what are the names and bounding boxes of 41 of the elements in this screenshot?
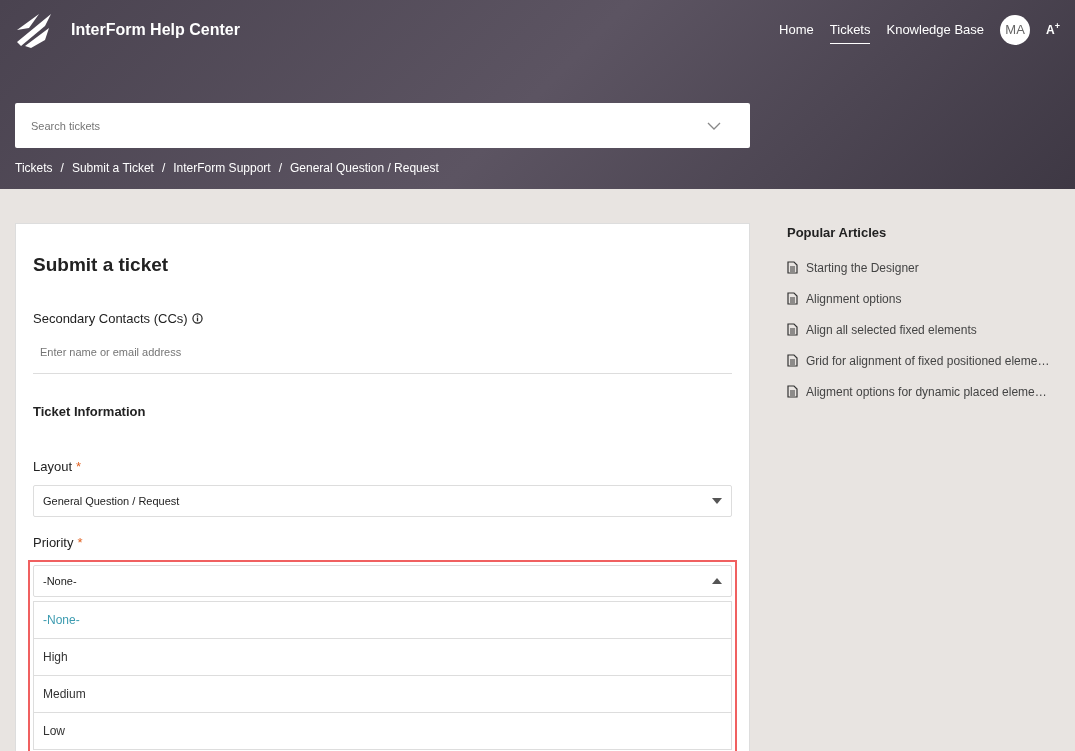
caret-down-icon [712, 497, 722, 504]
field-label: Secondary Contacts (CCs) [33, 309, 188, 328]
document-icon [787, 292, 798, 305]
select-field[interactable]: General Question / Request [33, 484, 732, 517]
article-link[interactable]: Align all selected fixed elements [806, 320, 977, 339]
form-title: Submit a ticket [33, 254, 170, 277]
breadcrumb-link[interactable]: General Question / Request [290, 159, 439, 177]
document-icon [787, 354, 798, 367]
article-link[interactable]: Alignment options [806, 289, 902, 308]
dropdown-option[interactable]: Low [33, 713, 732, 751]
breadcrumb-separator: / [60, 160, 64, 177]
article-link[interactable]: Aligment options for dynamic placed eleme… [806, 382, 1047, 401]
dropdown-option[interactable]: High [33, 639, 732, 677]
caret-up-icon [712, 578, 722, 585]
article-link[interactable]: Grid for alignment of fixed positioned eleme… [806, 351, 1050, 370]
sidebar-title: Popular Articles [787, 224, 888, 242]
site-title: InterForm Help Center [71, 20, 240, 40]
info-icon [191, 313, 203, 325]
field-label: Priority [33, 533, 74, 552]
search-field[interactable]: Search tickets [15, 103, 750, 148]
document-icon [787, 323, 798, 336]
nav-link[interactable]: Knowledge Base [886, 15, 985, 45]
breadcrumb-separator: / [161, 160, 166, 177]
breadcrumb-link[interactable]: Submit a Ticket [71, 159, 154, 177]
article-link[interactable]: Starting the Designer [806, 258, 919, 277]
text-size-button[interactable]: A$^{+}$ [1046, 16, 1060, 44]
dropdown-option[interactable]: Medium [33, 676, 732, 714]
chevron-down-icon [707, 122, 721, 130]
section-title: Ticket Information [33, 402, 147, 421]
required-mark: * [76, 458, 82, 477]
field-label: Layout [33, 458, 73, 477]
breadcrumb-link[interactable]: InterForm Support [173, 159, 271, 177]
nav-link[interactable]: Home [779, 15, 814, 45]
document-icon [787, 385, 798, 398]
user-avatar[interactable]: MA [1000, 15, 1031, 45]
select-field[interactable]: -None- [33, 565, 732, 598]
document-icon [787, 261, 798, 274]
required-mark: * [77, 533, 83, 552]
breadcrumb-separator: / [278, 160, 282, 177]
nav-link[interactable]: Tickets [829, 15, 871, 45]
breadcrumb-link[interactable]: Tickets [15, 159, 53, 177]
